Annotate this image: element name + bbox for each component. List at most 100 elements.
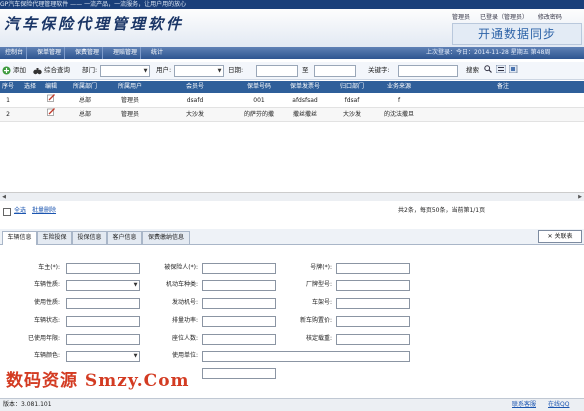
vin-input[interactable] bbox=[336, 298, 410, 309]
col-edit: 编辑 bbox=[44, 83, 57, 90]
window-title: GP汽车保险代理管理软件 —— 一流产品，一流服务，让用户用的放心 bbox=[0, 0, 584, 9]
tab-claims[interactable]: 理赔管理 bbox=[110, 47, 142, 59]
export-icon[interactable] bbox=[508, 64, 519, 77]
keyword-input[interactable] bbox=[398, 65, 458, 77]
keyword-label: 关键字: bbox=[368, 66, 390, 74]
years-used-input[interactable] bbox=[66, 334, 140, 345]
tab-console[interactable]: 控制台 bbox=[2, 47, 28, 59]
online-qq-link[interactable]: 在线QQ bbox=[548, 399, 569, 411]
status-input[interactable] bbox=[66, 316, 140, 327]
date-label: 日期: bbox=[228, 66, 244, 74]
chevron-down-icon: ▼ bbox=[133, 353, 138, 359]
select-all-link[interactable]: 全选 bbox=[14, 204, 26, 218]
vehicle-type-input[interactable] bbox=[202, 280, 276, 291]
unit-input[interactable] bbox=[202, 351, 410, 362]
table-row[interactable]: 2 总部 管理员 大沙发 的萨芬的撒 撒丝撒丝 大沙发 的沈法撒旦 bbox=[0, 108, 584, 122]
label-vehicle-nature: 车辆性质: bbox=[33, 281, 60, 288]
label-seats: 座位人数: bbox=[171, 335, 198, 342]
col-user: 所属用户 bbox=[117, 83, 142, 90]
col-note: 备注 bbox=[496, 83, 509, 90]
horizontal-scrollbar[interactable]: ◀ ▶ bbox=[0, 192, 584, 201]
scroll-right-icon[interactable]: ▶ bbox=[576, 193, 584, 201]
sync-data-button[interactable]: 开通数据同步 bbox=[452, 23, 582, 45]
label-insured: 被保险人(*): bbox=[164, 264, 198, 271]
tab-policy[interactable]: 保单管理 bbox=[34, 47, 66, 59]
user-name-link[interactable]: 管理员 bbox=[452, 14, 470, 21]
extra-input[interactable] bbox=[202, 368, 276, 379]
engine-no-input[interactable] bbox=[202, 298, 276, 309]
user-links: 管理员 已登录（管理员） 修改密码 bbox=[452, 12, 570, 21]
user-label: 用户: bbox=[156, 66, 172, 74]
new-price-input[interactable] bbox=[336, 316, 410, 327]
add-button[interactable]: 添加 bbox=[2, 65, 26, 76]
label-owner: 车主(*): bbox=[38, 264, 60, 271]
support-link[interactable]: 联系客服 bbox=[512, 399, 536, 411]
label-model: 厂牌型号: bbox=[305, 281, 332, 288]
tab-premium[interactable]: 保费管理 bbox=[72, 47, 104, 59]
tab-premium-payment[interactable]: 保费缴纳信息 bbox=[142, 231, 190, 244]
login-info: 上次登录：今日：2014-11-28 星期五 第48周 bbox=[426, 49, 551, 56]
label-vehicle-type: 机动车种类: bbox=[165, 281, 198, 288]
date-to-label: 至 bbox=[302, 66, 309, 74]
select-all-checkbox[interactable] bbox=[3, 208, 11, 216]
model-input[interactable] bbox=[336, 280, 410, 291]
scroll-left-icon[interactable]: ◀ bbox=[0, 193, 8, 201]
tab-vehicle-info[interactable]: 车辆信息 bbox=[2, 231, 37, 245]
nav-bar: 控制台 保单管理 保费管理 理赔管理 统计 上次登录：今日：2014-11-28… bbox=[0, 47, 584, 59]
color-select[interactable]: ▼ bbox=[66, 351, 140, 362]
edit-icon[interactable] bbox=[40, 108, 62, 121]
user-select[interactable]: ▼ bbox=[174, 65, 224, 77]
login-status: 已登录（管理员） bbox=[479, 14, 528, 21]
chevron-down-icon: ▼ bbox=[133, 282, 138, 288]
toolbar: 添加 综合查询 部门: ▼ 用户: ▼ 日期: 至 关键字: 搜索 bbox=[0, 62, 584, 80]
table-row[interactable]: 1 总部 管理员 dsafd 001 afdsfsad fdsaf f bbox=[0, 94, 584, 108]
chevron-down-icon: ▼ bbox=[217, 68, 222, 74]
search-icon[interactable] bbox=[484, 65, 492, 77]
load-input[interactable] bbox=[336, 334, 410, 345]
label-unit: 使用单位: bbox=[171, 352, 198, 359]
add-icon bbox=[2, 66, 11, 75]
tab-policy-info[interactable]: 投保信息 bbox=[72, 231, 107, 244]
tab-stats[interactable]: 统计 bbox=[148, 47, 166, 59]
insured-input[interactable] bbox=[202, 263, 276, 274]
vehicle-nature-select[interactable]: ▼ bbox=[66, 280, 140, 291]
col-member: 会员号 bbox=[185, 83, 204, 90]
close-icon: ✕ bbox=[547, 233, 553, 240]
batch-delete-link[interactable]: 批量删除 bbox=[32, 204, 56, 218]
col-no: 序号 bbox=[2, 83, 15, 90]
date-from-input[interactable] bbox=[256, 65, 298, 77]
col-dept: 所属部门 bbox=[72, 83, 97, 90]
plate-input[interactable] bbox=[336, 263, 410, 274]
date-to-input[interactable] bbox=[314, 65, 356, 77]
tab-insurance[interactable]: 车险投保 bbox=[37, 231, 72, 244]
change-password-link[interactable]: 修改密码 bbox=[538, 14, 562, 21]
label-usage: 使用性质: bbox=[33, 299, 60, 306]
search-button[interactable]: 搜索 bbox=[466, 65, 479, 76]
tab-customer-info[interactable]: 客户信息 bbox=[107, 231, 142, 244]
paging-info: 共2条，每页50条，当前第1/1页 bbox=[398, 207, 486, 214]
col-source: 业务来源 bbox=[386, 83, 411, 90]
label-engine-no: 发动机号: bbox=[171, 299, 198, 306]
owner-input[interactable] bbox=[66, 263, 140, 274]
label-displacement: 排量功率: bbox=[171, 317, 198, 324]
label-years-used: 已使用年限: bbox=[27, 335, 60, 342]
usage-input[interactable] bbox=[66, 298, 140, 309]
list-view-icon[interactable] bbox=[495, 64, 507, 77]
seats-input[interactable] bbox=[202, 334, 276, 345]
edit-icon[interactable] bbox=[40, 94, 62, 107]
displacement-input[interactable] bbox=[202, 316, 276, 327]
dept-select[interactable]: ▼ bbox=[100, 65, 150, 77]
label-status: 车辆状态: bbox=[33, 317, 60, 324]
label-color: 车辆颜色: bbox=[33, 352, 60, 359]
label-load: 核定载重: bbox=[305, 335, 332, 342]
watermark: 数码资源 Smzy.Com bbox=[6, 371, 190, 391]
col-select: 选择 bbox=[23, 83, 36, 90]
close-panel-button[interactable]: ✕ 关联表 bbox=[538, 230, 582, 243]
chevron-down-icon: ▼ bbox=[143, 68, 148, 74]
combined-query-button[interactable]: 综合查询 bbox=[33, 65, 70, 76]
dept-label: 部门: bbox=[82, 66, 98, 74]
col-branch: 归口部门 bbox=[339, 83, 364, 90]
status-bar: 版本：3.081.101 联系客服 在线QQ bbox=[0, 398, 584, 411]
label-plate: 号牌(*): bbox=[310, 264, 332, 271]
binoculars-icon bbox=[33, 66, 42, 75]
